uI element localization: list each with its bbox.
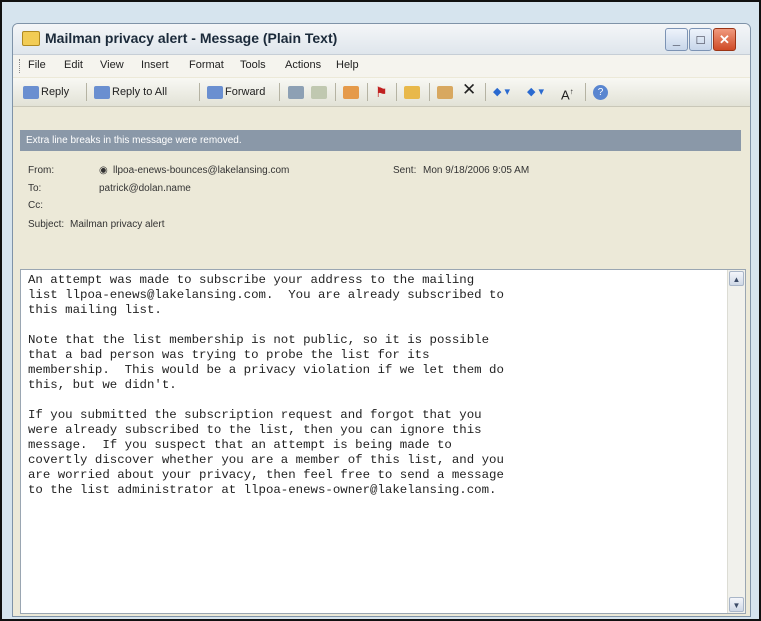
delete-icon: ✕ [462,80,477,99]
cc-label: Cc: [28,200,43,211]
title-bar[interactable]: Mailman privacy alert - Message (Plain T… [13,24,750,55]
reply-label: Reply [41,86,70,98]
message-text[interactable]: An attempt was made to subscribe your ad… [28,273,723,498]
toolbar-separator [279,83,280,101]
maximize-button[interactable]: □ [689,28,712,51]
forward-button[interactable]: Forward [207,84,265,100]
menu-grip [19,59,22,73]
menu-tools[interactable]: Tools [240,59,266,71]
from-label: From: [28,165,55,176]
next-item-button[interactable]: ◆ ▾ [527,84,544,100]
to-value[interactable]: patrick@dolan.name [99,183,191,194]
toolbar-separator [367,83,368,101]
help-button[interactable]: ? [593,84,608,100]
categorize-icon [343,85,359,99]
reply-all-icon [94,85,110,99]
move-button[interactable] [311,84,329,100]
sent-label: Sent: [393,165,417,176]
window-title: Mailman privacy alert - Message (Plain T… [45,30,338,46]
subject-value: Mailman privacy alert [70,219,165,230]
up-arrow-icon: ◆ ▾ [493,86,511,98]
screenshot-frame: Mailman privacy alert - Message (Plain T… [0,0,761,621]
menu-view[interactable]: View [100,59,124,71]
find-icon [437,85,453,99]
flag-icon: ⚑ [375,84,388,100]
scroll-up-arrow-icon[interactable]: ▲ [729,271,744,286]
toolbar-separator [585,83,586,101]
menu-bar: File Edit View Insert Format Tools Actio… [13,55,750,77]
to-label: To: [28,183,42,194]
help-icon: ? [593,85,608,100]
font-grow-icon: ↑ [569,87,574,96]
menu-insert[interactable]: Insert [141,59,169,71]
toolbar-separator [86,83,87,101]
print-icon [288,85,304,99]
toolbar-separator [396,83,397,101]
menu-file[interactable]: File [28,59,46,71]
menu-actions[interactable]: Actions [285,59,321,71]
close-button[interactable]: ✕ [713,28,736,51]
toolbar-separator [429,83,430,101]
down-arrow-icon: ◆ ▾ [527,86,545,98]
previous-item-button[interactable]: ◆ ▾ [493,84,510,100]
message-window: Mailman privacy alert - Message (Plain T… [12,23,751,617]
reply-icon [23,85,39,99]
junk-icon [404,85,420,99]
font-size-label: A [561,87,570,103]
envelope-icon [22,31,40,46]
reply-all-label: Reply to All [112,86,168,98]
forward-icon [207,85,223,99]
find-button[interactable] [437,84,455,100]
toolbar-separator [199,83,200,101]
menu-help[interactable]: Help [336,59,359,71]
menu-edit[interactable]: Edit [64,59,83,71]
toolbar-separator [335,83,336,101]
reply-button[interactable]: Reply [23,84,69,100]
delete-button[interactable]: ✕ [462,80,477,99]
junk-button[interactable] [404,84,422,100]
print-button[interactable] [288,84,306,100]
minimize-button[interactable]: _ [665,28,688,51]
message-body[interactable]: An attempt was made to subscribe your ad… [20,269,746,614]
sent-value: Mon 9/18/2006 9:05 AM [423,165,530,176]
forward-label: Forward [225,86,266,98]
categorize-button[interactable] [343,84,361,100]
menu-format[interactable]: Format [189,59,224,71]
follow-up-button[interactable]: ⚑ [375,84,388,100]
subject-label: Subject: [28,219,65,230]
move-icon [311,85,327,99]
reply-all-button[interactable]: Reply to All [94,84,167,100]
toolbar: Reply Reply to All Forward ⚑ ✕ ◆ ▾ ◆ ▾ A… [13,78,750,107]
vertical-scrollbar[interactable]: ▲ ▼ [727,270,745,613]
from-value[interactable]: llpoa-enews-bounces@lakelansing.com [113,165,289,176]
font-grow-button[interactable]: A↑ [561,84,574,103]
info-bar[interactable]: Extra line breaks in this message were r… [20,130,741,151]
sender-avatar-icon: ◉ [99,165,108,176]
toolbar-separator [485,83,486,101]
scroll-down-arrow-icon[interactable]: ▼ [729,597,744,612]
